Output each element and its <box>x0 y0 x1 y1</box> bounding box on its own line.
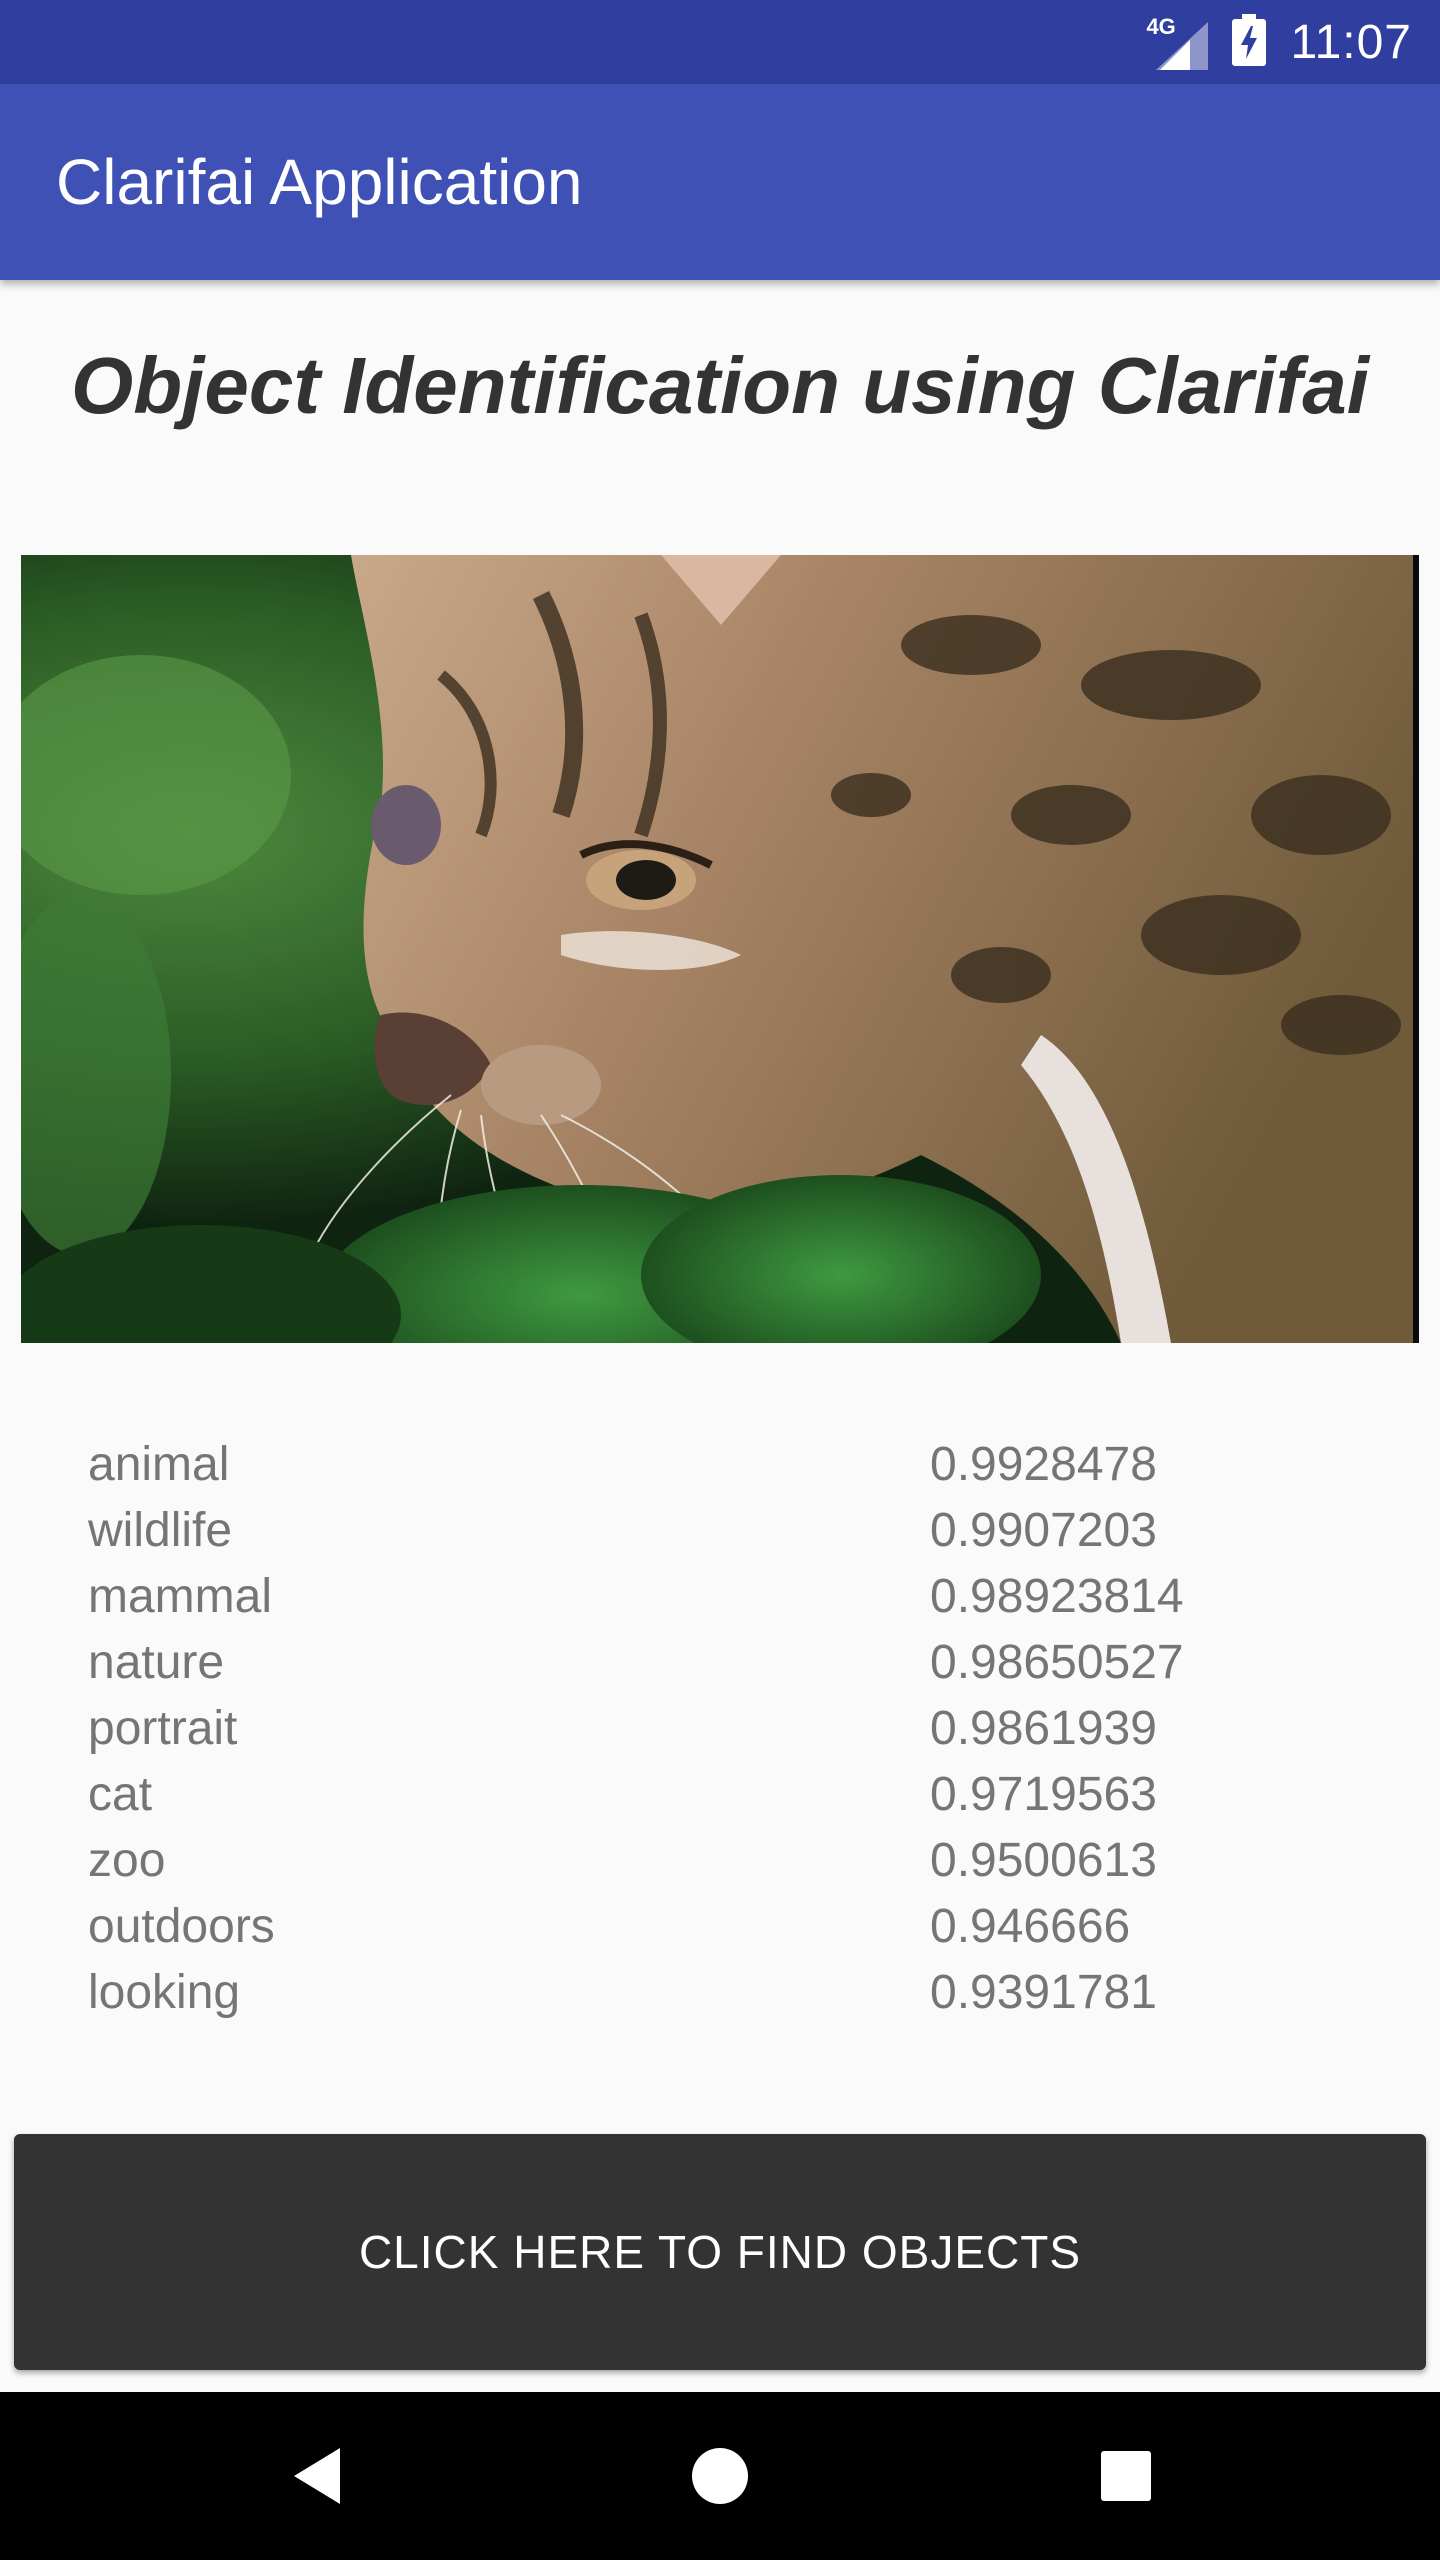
result-score: 0.946666 <box>930 1900 1131 1953</box>
app-title: Clarifai Application <box>56 146 583 218</box>
result-row: nature 0.98650527 <box>0 1630 1440 1696</box>
recents-icon[interactable] <box>1056 2392 1196 2560</box>
result-label: animal <box>88 1438 230 1491</box>
result-row: portrait 0.9861939 <box>0 1696 1440 1762</box>
back-icon[interactable] <box>246 2392 386 2560</box>
result-row: outdoors 0.946666 <box>0 1894 1440 1960</box>
home-icon[interactable] <box>650 2392 790 2560</box>
result-score: 0.98923814 <box>930 1570 1184 1623</box>
result-score: 0.98650527 <box>930 1636 1184 1689</box>
navigation-bar <box>0 2392 1440 2560</box>
result-row: mammal 0.98923814 <box>0 1564 1440 1630</box>
network-signal-icon: 4G <box>1146 14 1209 70</box>
result-label: mammal <box>88 1570 273 1623</box>
results-list: animal 0.9928478 wildlife 0.9907203 mamm… <box>0 1432 1440 2026</box>
ocelot-photo <box>21 555 1419 1343</box>
status-icons: 4G 11:07 <box>1146 0 1412 84</box>
result-row: cat 0.9719563 <box>0 1762 1440 1828</box>
page-heading: Object Identification using Clarifai <box>71 341 1369 430</box>
battery-charging-icon <box>1232 13 1267 71</box>
result-score: 0.9907203 <box>930 1504 1157 1557</box>
result-row: zoo 0.9500613 <box>0 1828 1440 1894</box>
result-row: animal 0.9928478 <box>0 1432 1440 1498</box>
result-label: zoo <box>88 1834 166 1887</box>
result-score: 0.9500613 <box>930 1834 1157 1887</box>
result-score: 0.9391781 <box>930 1966 1157 2019</box>
result-score: 0.9861939 <box>930 1702 1157 1755</box>
status-bar: 4G 11:07 <box>0 0 1440 84</box>
find-objects-button[interactable]: CLICK HERE TO FIND OBJECTS <box>14 2134 1426 2370</box>
clock: 11:07 <box>1290 15 1412 69</box>
result-score: 0.9928478 <box>930 1438 1157 1491</box>
result-label: portrait <box>88 1702 238 1755</box>
result-label: looking <box>88 1966 241 2019</box>
result-row: looking 0.9391781 <box>0 1960 1440 2026</box>
result-row: wildlife 0.9907203 <box>0 1498 1440 1564</box>
result-label: cat <box>88 1768 153 1821</box>
result-label: wildlife <box>88 1504 233 1557</box>
result-label: nature <box>88 1636 225 1689</box>
app-bar: Clarifai Application <box>0 84 1440 280</box>
result-score: 0.9719563 <box>930 1768 1157 1821</box>
result-label: outdoors <box>88 1900 275 1953</box>
